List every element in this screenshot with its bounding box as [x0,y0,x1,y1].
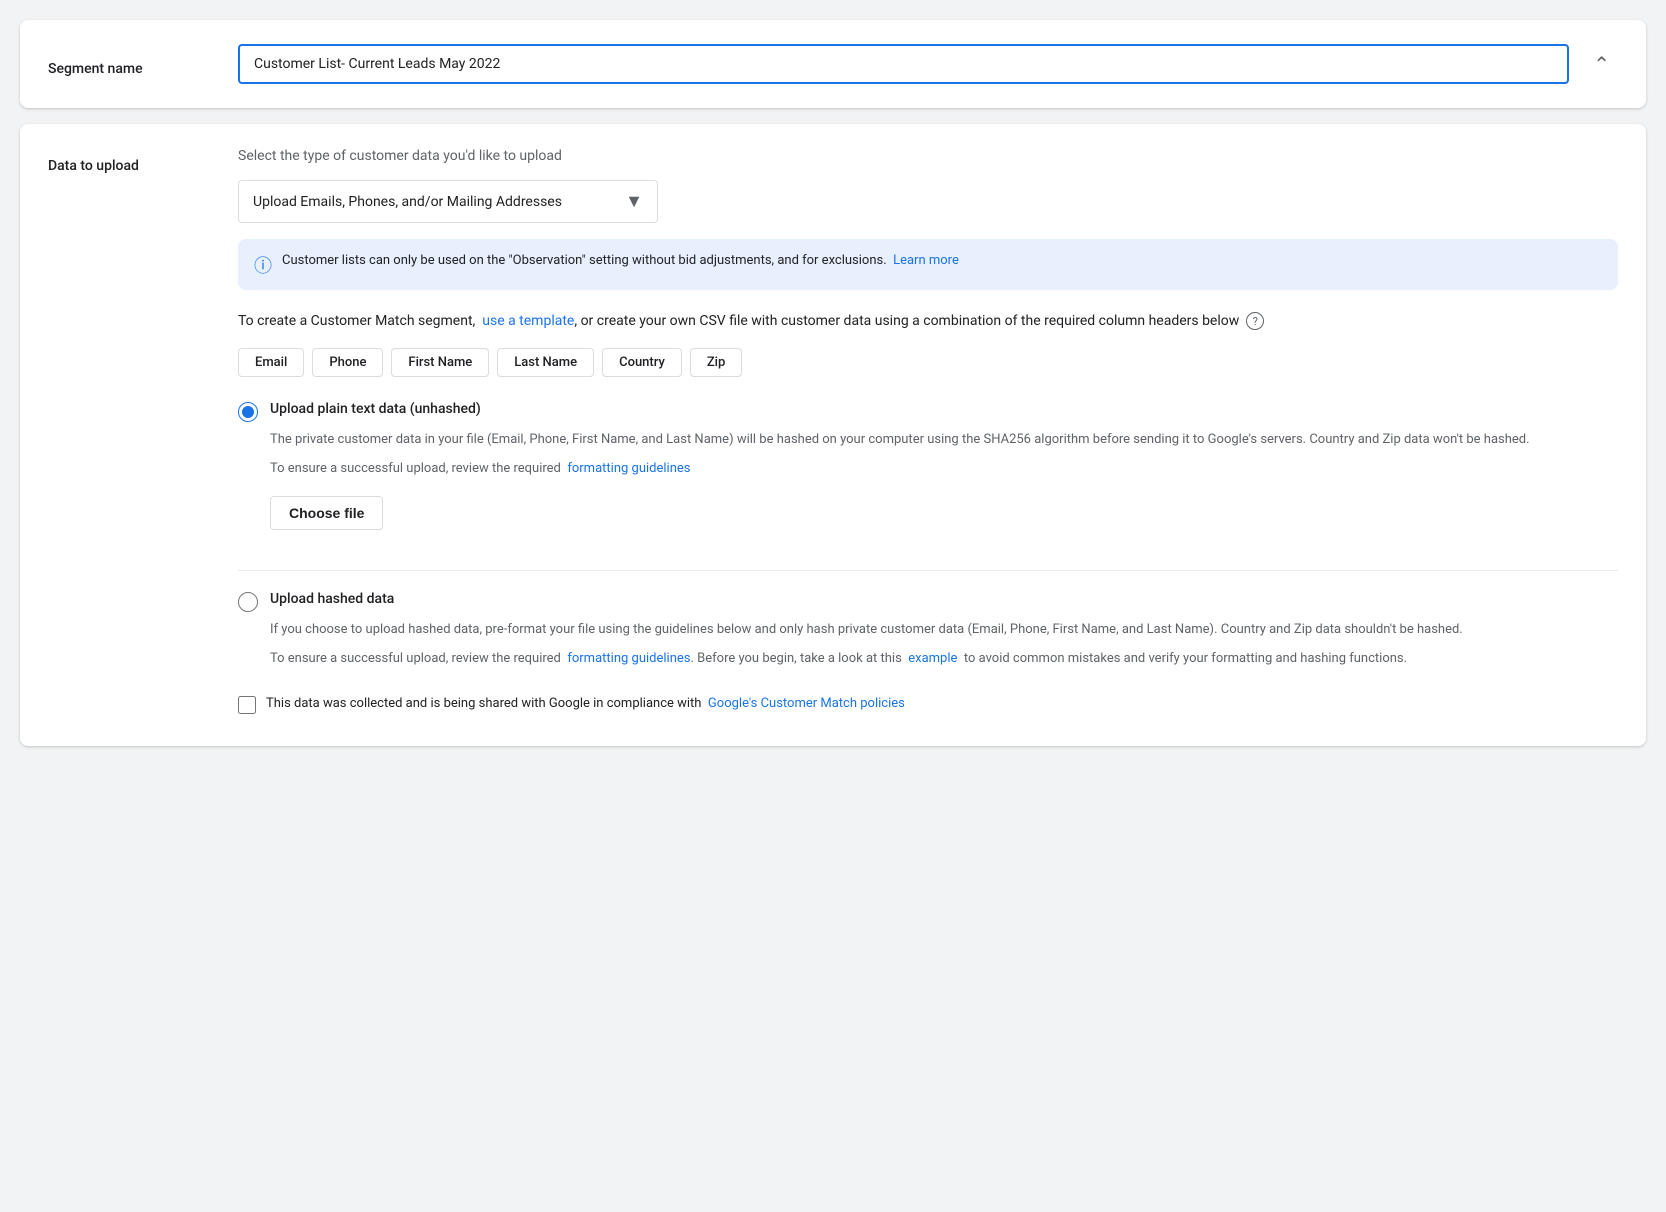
customer-match-policies-link[interactable]: Google's Customer Match policies [708,696,905,711]
info-box: ⓘ Customer lists can only be used on the… [238,239,1618,290]
upload-plain-section: Upload plain text data (unhashed) The pr… [238,401,1618,546]
template-description: To create a Customer Match segment, use … [238,310,1618,332]
section-divider [238,570,1618,571]
upload-type-dropdown[interactable]: Upload Emails, Phones, and/or Mailing Ad… [238,180,658,223]
badge-email: Email [238,348,304,377]
compliance-row: This data was collected and is being sha… [238,694,1618,715]
upload-plain-label[interactable]: Upload plain text data (unhashed) [270,401,481,417]
chevron-up-icon: ⌃ [1593,52,1610,77]
badge-country: Country [602,348,682,377]
data-upload-content: Select the type of customer data you'd l… [238,148,1618,722]
compliance-label[interactable]: This data was collected and is being sha… [266,694,905,715]
info-text: Customer lists can only be used on the "… [282,251,959,271]
segment-name-content [238,44,1569,84]
badge-last-name: Last Name [497,348,594,377]
column-badges-container: Email Phone First Name Last Name Country… [238,348,1618,377]
upload-subtitle: Select the type of customer data you'd l… [238,148,1618,164]
dropdown-chevron-icon: ▼ [625,191,643,212]
upload-hashed-label[interactable]: Upload hashed data [270,591,394,607]
upload-hashed-section: Upload hashed data If you choose to uplo… [238,591,1618,670]
help-circle-icon: ? [1246,312,1264,330]
segment-name-label: Segment name [48,51,238,77]
formatting-guidelines-link-1[interactable]: formatting guidelines [567,461,690,476]
badge-zip: Zip [690,348,742,377]
learn-more-link[interactable]: Learn more [893,253,959,268]
segment-name-input[interactable] [238,44,1569,84]
segment-name-card: Segment name ⌃ [20,20,1646,108]
badge-phone: Phone [312,348,383,377]
badge-first-name: First Name [391,348,489,377]
data-upload-label: Data to upload [48,148,238,174]
compliance-checkbox[interactable] [238,696,256,714]
upload-hashed-description-2: To ensure a successful upload, review th… [270,649,1618,670]
choose-file-button[interactable]: Choose file [270,496,383,530]
use-template-link[interactable]: use a template [482,313,574,329]
example-link[interactable]: example [908,651,957,666]
upload-plain-radio[interactable] [238,402,258,422]
upload-hashed-description-1: If you choose to upload hashed data, pre… [270,620,1618,641]
upload-plain-format-text: To ensure a successful upload, review th… [270,459,1618,480]
data-upload-card: Data to upload Select the type of custom… [20,124,1646,746]
dropdown-value: Upload Emails, Phones, and/or Mailing Ad… [253,194,562,210]
upload-hashed-radio[interactable] [238,592,258,612]
collapse-button[interactable]: ⌃ [1585,48,1618,81]
info-circle-icon: ⓘ [254,252,272,278]
upload-plain-description: The private customer data in your file (… [270,430,1618,451]
formatting-guidelines-link-2[interactable]: formatting guidelines [567,651,690,666]
